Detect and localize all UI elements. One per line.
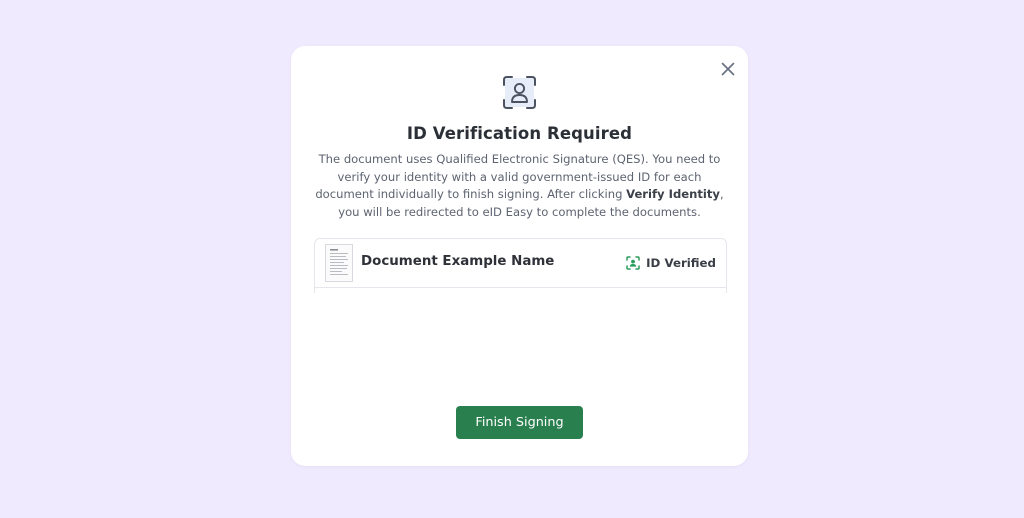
close-icon [721, 62, 735, 76]
document-list: Document Example Name ID Verified [314, 238, 727, 293]
verification-status: ID Verified [626, 255, 716, 271]
document-name: Document Example Name [361, 254, 555, 269]
dialog-description: The document uses Qualified Electronic S… [311, 151, 728, 221]
id-scan-icon [502, 75, 537, 110]
dialog-title: ID Verification Required [406, 124, 633, 143]
document-row[interactable]: Document Example Name ID Verified [315, 239, 726, 288]
verified-label: ID Verified [646, 256, 716, 270]
close-button[interactable] [719, 60, 737, 78]
id-verification-dialog: ID Verification Required The document us… [291, 46, 748, 466]
document-thumbnail [325, 244, 353, 282]
verify-identity-emphasis: Verify Identity [626, 187, 720, 201]
finish-signing-button[interactable]: Finish Signing [456, 406, 583, 439]
id-verified-icon [626, 256, 640, 270]
